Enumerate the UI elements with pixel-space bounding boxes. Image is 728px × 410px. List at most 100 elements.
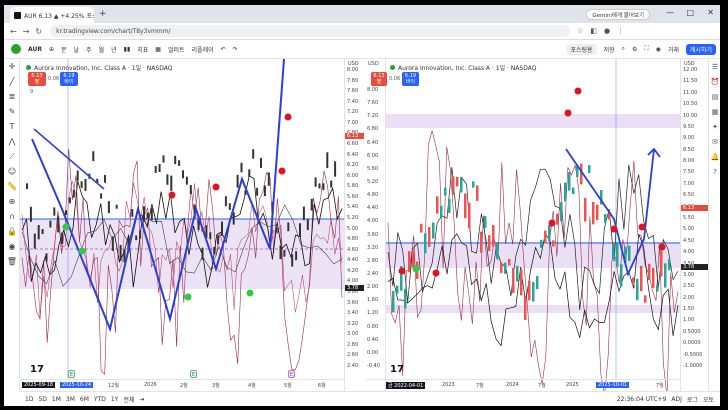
right-sell-button[interactable]: 6.13 팔 [371,72,387,86]
settings-icon[interactable]: ⚙ [632,46,637,53]
add-symbol-icon[interactable]: ⊕ [49,46,54,53]
extensions-icon[interactable]: ◧ [590,27,597,35]
candle [119,244,122,261]
price-tick: 4.60 [347,246,359,253]
url-field[interactable]: kr.tradingview.com/chart/T8y3vmmm/ [50,25,571,37]
price-tick: 5.60 [367,165,379,172]
gemini-button[interactable]: Gemini에게 물어보기 [586,9,650,20]
browser-tab[interactable]: AUR 6.13 ▲ +4.25% 포스팅용 × [10,7,94,23]
right-time-axis[interactable]: 금 2022-04-01 2023 7월 2024 7월 2025 2025-1… [366,379,680,391]
date-range-icon[interactable]: ⇥ [139,396,144,403]
earnings-flag[interactable]: E [288,370,295,378]
interval-year[interactable]: 년 [111,45,117,54]
publish-button[interactable]: 게시하기 [685,43,716,55]
replay-button[interactable]: 리플레이 [192,45,214,54]
range-3m[interactable]: 3M [66,396,75,403]
right-price-axis[interactable]: USD 12.00 11.50 11.00 10.50 10.00 9.50 9.00 8.5… [680,59,708,391]
right-left-price-axis[interactable]: USD 8.00 7.60 7.20 6.80 6.40 6.00 5.60 5.20 4.80… [366,59,386,391]
price-tick: 6.40 [367,139,379,146]
profile-icon[interactable]: ● [604,27,610,35]
pattern-icon[interactable]: ⋀ [4,134,20,149]
avatar[interactable] [11,44,21,54]
templates-icon[interactable]: ▦ [155,46,161,53]
brush-icon[interactable]: ✎ [4,104,20,119]
search-icon[interactable]: ⌕ [622,45,625,53]
price-tick: 9.50 [683,123,695,130]
right-buy-button[interactable]: 6.19 바이 [402,72,419,86]
menu-icon[interactable]: ⋮ [617,27,624,35]
trade-button[interactable]: 거래 [668,45,679,54]
undo-icon[interactable]: ↶ [221,46,226,53]
clock-time[interactable]: 22:36:04 UTC+9 [617,396,667,403]
alert-button[interactable]: 얼러트 [168,45,185,54]
left-time-axis[interactable]: 2025-09-18 2025-10-24 12월 2026 2월 3월 4월 … [20,379,344,391]
magnet-icon[interactable]: ∩ [4,209,20,224]
left-chart-canvas[interactable] [20,59,364,391]
interval-month[interactable]: 월 [99,45,105,54]
star-icon[interactable]: ☆ [577,27,583,35]
right-chart-canvas[interactable] [366,59,708,391]
fib-icon[interactable]: ≣ [4,89,20,104]
right-chart-pane[interactable]: USD 8.00 7.60 7.20 6.80 6.40 6.00 5.60 5.20 4.80… [366,59,708,391]
price-tick: 4.00 [347,278,359,285]
range-5d[interactable]: 5D [38,396,46,403]
save-label[interactable]: 저장 [604,45,615,54]
range-1m[interactable]: 1M [52,396,61,403]
minimize-button[interactable]: — [666,8,674,17]
new-tab-button[interactable]: + [99,9,107,19]
chart-type-icon[interactable]: ▮▮ [124,46,131,53]
candle [572,187,575,195]
range-1y[interactable]: 1Y [111,396,118,403]
left-sell-button[interactable]: 6.13 팔 [28,72,46,86]
redo-icon[interactable]: ↷ [233,46,238,53]
interval-week[interactable]: 주 [86,45,92,54]
maximize-button[interactable]: □ [686,8,694,17]
earnings-flag[interactable]: E [68,370,75,378]
layout-name[interactable]: 포스팅용 [566,43,597,55]
price-tick: 1.20 [367,310,379,317]
adj-toggle[interactable]: ADJ [671,396,682,403]
interval-day[interactable]: 날 [74,45,80,54]
back-icon[interactable]: ← [10,27,17,36]
range-ytd[interactable]: YTD [94,396,106,403]
forward-icon[interactable]: → [23,27,30,36]
camera-icon[interactable]: ◉ [656,46,661,53]
ideas-icon[interactable]: ✦ [709,119,720,134]
news-icon[interactable]: ▤ [709,89,720,104]
chat-icon[interactable]: ✉ [709,134,720,149]
emoji-icon[interactable]: ☺ [4,164,20,179]
price-tick: 3.40 [347,310,359,317]
lock-icon[interactable]: 🔒 [4,224,20,239]
range-all[interactable]: 전체 [123,395,134,404]
candle [524,295,527,320]
interval-minute[interactable]: 분 [61,45,67,54]
notifications-icon[interactable]: 🔔 [709,149,720,164]
fullscreen-icon[interactable]: ⛶ [644,45,648,53]
symbol-search[interactable]: AUR [28,46,42,53]
candle [468,202,471,229]
close-window-button[interactable]: ✕ [707,8,714,17]
indicators-button[interactable]: 지표 [137,45,148,54]
left-chart-pane[interactable]: Aurora Innovation, Inc. Class A · 1일 · N… [20,59,364,391]
calendar-icon[interactable]: ▦ [709,104,720,119]
trash-icon[interactable]: 🗑 [4,254,20,269]
ruler-icon[interactable]: 📏 [4,179,20,194]
watchlist-icon[interactable]: ☰ [709,59,720,74]
eye-icon[interactable]: ◉ [4,239,20,254]
help-icon[interactable]: ? [709,164,720,179]
candle [334,161,337,177]
trendline-icon[interactable]: ╱ [4,74,20,89]
crosshair-icon[interactable]: ✛ [4,59,20,74]
range-1d[interactable]: 1D [25,396,33,403]
auto-toggle[interactable]: 오토 [703,395,714,404]
left-price-axis[interactable]: USD 8.007.807.607.407.207.006.806.606.40… [344,59,364,391]
forecast-icon[interactable]: ⟋ [4,149,20,164]
left-buy-button[interactable]: 6.19 바이 [60,72,78,86]
range-6m[interactable]: 6M [80,396,89,403]
zoom-icon[interactable]: ⊕ [4,194,20,209]
reload-icon[interactable]: ↻ [35,27,42,36]
alerts-icon[interactable]: ⏰ [709,74,720,89]
text-icon[interactable]: T [4,119,20,134]
log-toggle[interactable]: 로그 [687,395,698,404]
earnings-flag[interactable]: E [190,370,197,378]
